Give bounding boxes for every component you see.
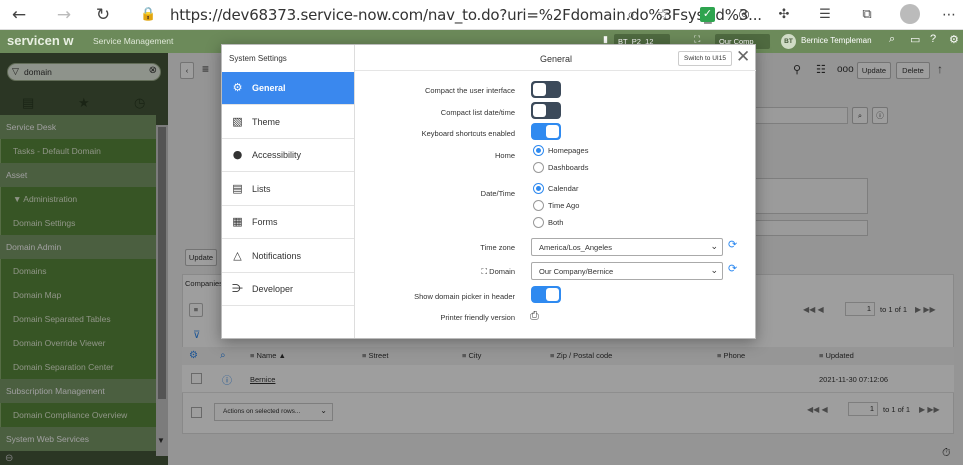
domain-icon: ⛶ [481,267,488,276]
time-ago-label[interactable]: Time Ago [548,201,579,210]
keyboard-shortcuts-toggle[interactable] [531,123,561,140]
lock-icon[interactable]: 🔒 [140,0,156,30]
divider [355,70,756,71]
image-icon: ▧ [232,114,243,128]
browser-toolbar: ← → ↻ 🔒 https://dev68373.service-now.com… [0,0,963,30]
compact-ui-toggle[interactable] [531,81,561,98]
compact-list-label: Compact list date/time [440,108,515,117]
settings-tab-notifications[interactable]: △ Notifications [222,240,354,273]
back-icon[interactable]: ← [8,0,30,30]
circle-icon: ● [232,148,243,161]
refresh-domain-icon[interactable]: ⟳ [728,262,737,275]
user-menu[interactable]: Bernice Templeman [801,36,872,45]
printer-friendly-label: Printer friendly version [440,313,515,322]
search-icon[interactable]: ⌕ [889,33,895,46]
close-icon[interactable]: ✕ [736,47,750,67]
address-bar[interactable]: https://dev68373.service-now.com/nav_to.… [170,6,762,24]
form-icon: ▦ [232,215,243,228]
product-name: Service Management [93,36,174,46]
settings-tab-label: General [252,83,286,93]
settings-tab-developer[interactable]: ⋺ Developer [222,273,354,306]
profile-avatar[interactable] [900,4,920,24]
settings-tab-label: Accessibility [252,150,302,160]
servicenow-logo[interactable]: servicen w [7,33,74,48]
settings-tab-label: Developer [252,284,294,294]
puzzle-icon[interactable]: ✣ [775,0,793,30]
calendar-label[interactable]: Calendar [548,184,578,193]
domain-picker-label: Show domain picker in header [414,292,515,301]
settings-tab-lists[interactable]: ▤ Lists [222,173,354,206]
settings-categories: System Settings ⚙ General ▧ Theme ● Accessibi… [222,45,355,338]
settings-tab-label: Forms [252,217,278,227]
dashboards-radio[interactable] [533,162,544,173]
chat-icon[interactable]: ▭ [910,33,920,46]
settings-tab-label: Lists [252,183,271,194]
refresh-timezone-icon[interactable]: ⟳ [728,238,737,251]
switch-ui15-button[interactable]: Switch to UI15 [678,51,732,66]
dashboards-label[interactable]: Dashboards [548,163,588,172]
domain-select[interactable]: Our Company/Bernice ⌄ [531,262,723,280]
zoom-icon[interactable]: ⌕ [622,0,640,30]
homepages-label[interactable]: Homepages [548,146,588,155]
settings-tab-general[interactable]: ⚙ General [222,72,354,105]
list-icon: ▤ [232,181,243,195]
compact-list-toggle[interactable] [531,102,561,119]
settings-tab-label: Theme [252,116,281,127]
favorites-list-icon[interactable]: ☰ [816,0,834,30]
refresh-icon[interactable]: ↻ [92,0,114,30]
chevron-down-icon: ⌄ [710,241,718,251]
compact-ui-label: Compact the user interface [424,86,515,95]
domain-label: ⛶ Domain [481,267,515,276]
settings-tab-label: Notifications [252,250,302,261]
both-radio[interactable] [533,217,544,228]
timezone-select[interactable]: America/Los_Angeles ⌄ [531,238,723,256]
both-label[interactable]: Both [548,218,563,227]
keyboard-shortcuts-label: Keyboard shortcuts enabled [421,129,515,138]
datetime-label: Date/Time [480,189,515,198]
printer-icon[interactable]: ⎙ [530,309,539,323]
homepages-radio[interactable] [533,145,544,156]
favorite-icon[interactable]: ☆ [654,0,672,30]
developer-icon: ⋺ [232,282,243,295]
timezone-label: Time zone [480,243,515,252]
forward-icon[interactable]: → [53,0,75,30]
gear-icon: ⚙ [232,81,243,94]
collections-icon[interactable]: ⧉ [858,0,876,30]
extension-icon[interactable]: ◎ [735,0,753,30]
bell-icon: △ [233,248,242,262]
more-icon[interactable]: ⋯ [940,0,958,30]
settings-tab-theme[interactable]: ▧ Theme [222,106,354,139]
home-label: Home [494,151,515,160]
settings-tab-forms[interactable]: ▦ Forms [222,206,354,239]
system-settings-dialog: System Settings ⚙ General ▧ Theme ● Accessibi… [221,44,756,339]
gear-icon[interactable]: ⚙ [949,33,959,46]
extension-check-icon[interactable]: ✓ [700,7,715,22]
calendar-radio[interactable] [533,183,544,194]
help-icon[interactable]: ? [930,33,936,45]
time-ago-radio[interactable] [533,200,544,211]
chevron-down-icon: ⌄ [710,265,718,275]
user-avatar[interactable]: BT [781,34,796,49]
domain-picker-toggle[interactable] [531,286,561,303]
dialog-side-title: System Settings [229,54,287,63]
settings-tab-accessibility[interactable]: ● Accessibility [222,139,354,172]
